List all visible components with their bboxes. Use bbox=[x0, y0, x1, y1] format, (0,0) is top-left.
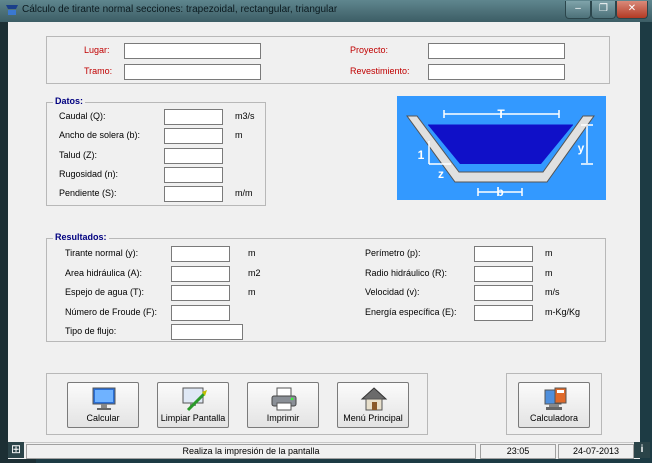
revestimiento-label: Revestimiento: bbox=[350, 66, 410, 76]
espejo-unit: m bbox=[248, 287, 256, 297]
talud-label: Talud (Z): bbox=[59, 150, 98, 160]
tirante-output bbox=[171, 246, 230, 262]
close-button[interactable]: ✕ bbox=[616, 1, 648, 19]
energia-unit: m-Kg/Kg bbox=[545, 307, 581, 317]
project-group: Lugar: Tramo: Proyecto: Revestimiento: bbox=[46, 36, 610, 84]
espejo-output bbox=[171, 285, 230, 301]
tramo-input[interactable] bbox=[124, 64, 261, 80]
form-client-area: Lugar: Tramo: Proyecto: Revestimiento: D… bbox=[8, 22, 640, 442]
caudal-unit: m3/s bbox=[235, 111, 255, 121]
imprimir-button[interactable]: Imprimir bbox=[247, 382, 319, 428]
tipo-flujo-label: Tipo de flujo: bbox=[65, 326, 117, 336]
solera-label: Ancho de solera (b): bbox=[59, 130, 141, 140]
perimetro-label: Perímetro (p): bbox=[365, 248, 421, 258]
printer-icon bbox=[271, 387, 297, 411]
status-time: 23:05 bbox=[506, 446, 530, 456]
datos-group: Datos: Caudal (Q): m3/s Ancho de solera … bbox=[46, 96, 266, 206]
calculator-group: Calculadora bbox=[506, 373, 602, 435]
radio-label: Radio hidráulico (R): bbox=[365, 268, 448, 278]
area-output bbox=[171, 266, 230, 282]
velocidad-unit: m/s bbox=[545, 287, 560, 297]
action-buttons-group: Calcular Limpiar Pantalla Imprimir Menú … bbox=[46, 373, 428, 435]
status-time-panel: 23:05 bbox=[480, 444, 556, 459]
froude-label: Número de Froude (F): bbox=[65, 307, 158, 317]
lugar-label: Lugar: bbox=[84, 45, 110, 55]
label-z: z bbox=[438, 167, 444, 181]
caudal-label: Caudal (Q): bbox=[59, 111, 106, 121]
talud-input[interactable] bbox=[164, 148, 223, 164]
datos-legend: Datos: bbox=[53, 96, 86, 106]
minimize-button[interactable]: – bbox=[565, 1, 591, 19]
status-message: Realiza la impresión de la pantalla bbox=[182, 446, 320, 456]
label-y: y bbox=[578, 141, 585, 155]
window-title: Cálculo de tirante normal secciones: tra… bbox=[22, 4, 338, 15]
energia-label: Energía específica (E): bbox=[365, 307, 457, 317]
calcular-label: Calcular bbox=[86, 413, 120, 423]
tramo-label: Tramo: bbox=[84, 66, 113, 76]
app-window: Cálculo de tirante normal secciones: tra… bbox=[0, 0, 652, 463]
resultados-group: Resultados: Tirante normal (y): m Area h… bbox=[46, 232, 606, 342]
label-T: T bbox=[497, 107, 505, 121]
status-date: 24-07-2013 bbox=[572, 446, 620, 456]
label-b: b bbox=[496, 185, 503, 199]
solera-input[interactable] bbox=[164, 128, 223, 144]
froude-output bbox=[171, 305, 230, 321]
status-message-panel: Realiza la impresión de la pantalla bbox=[26, 444, 476, 459]
calculadora-button[interactable]: Calculadora bbox=[518, 382, 590, 428]
lugar-input[interactable] bbox=[124, 43, 261, 59]
info-icon[interactable]: i bbox=[634, 442, 650, 458]
area-unit: m2 bbox=[248, 268, 261, 278]
maximize-button[interactable]: ❐ bbox=[591, 1, 616, 19]
limpiar-pantalla-label: Limpiar Pantalla bbox=[160, 413, 226, 423]
tipo-flujo-output bbox=[171, 324, 243, 340]
perimetro-output bbox=[474, 246, 533, 262]
calcular-button[interactable]: Calcular bbox=[67, 382, 139, 428]
home-icon bbox=[360, 387, 388, 411]
tirante-label: Tirante normal (y): bbox=[65, 248, 139, 258]
revestimiento-input[interactable] bbox=[428, 64, 565, 80]
area-label: Area hidráulica (A): bbox=[65, 268, 143, 278]
clear-screen-icon bbox=[182, 387, 207, 412]
solera-unit: m bbox=[235, 130, 243, 140]
velocidad-output bbox=[474, 285, 533, 301]
radio-output bbox=[474, 266, 533, 282]
perimetro-unit: m bbox=[545, 248, 553, 258]
title-bar: Cálculo de tirante normal secciones: tra… bbox=[0, 0, 652, 22]
expand-icon[interactable]: ⊞ bbox=[8, 442, 24, 458]
espejo-label: Espejo de agua (T): bbox=[65, 287, 145, 297]
imprimir-label: Imprimir bbox=[266, 413, 300, 423]
pendiente-label: Pendiente (S): bbox=[59, 188, 117, 198]
rugosidad-input[interactable] bbox=[164, 167, 223, 183]
calculadora-label: Calculadora bbox=[529, 413, 579, 423]
energia-output bbox=[474, 305, 533, 321]
trapezoid-section-diagram: T y 1 z b bbox=[397, 96, 606, 200]
radio-unit: m bbox=[545, 268, 553, 278]
trapezoid-drawing: T y 1 z b bbox=[406, 107, 595, 199]
status-date-panel: 24-07-2013 bbox=[558, 444, 634, 459]
app-icon bbox=[6, 5, 18, 15]
proyecto-input[interactable] bbox=[428, 43, 565, 59]
limpiar-pantalla-button[interactable]: Limpiar Pantalla bbox=[157, 382, 229, 428]
velocidad-label: Velocidad (v): bbox=[365, 287, 420, 297]
pendiente-unit: m/m bbox=[235, 188, 253, 198]
monitor-icon bbox=[92, 387, 116, 410]
pendiente-input[interactable] bbox=[164, 186, 223, 202]
rugosidad-label: Rugosidad (n): bbox=[59, 169, 119, 179]
calculator-icon bbox=[544, 387, 567, 410]
proyecto-label: Proyecto: bbox=[350, 45, 389, 55]
resultados-legend: Resultados: bbox=[53, 232, 109, 242]
menu-principal-label: Menú Principal bbox=[343, 413, 403, 423]
caudal-input[interactable] bbox=[164, 109, 223, 125]
menu-principal-button[interactable]: Menú Principal bbox=[337, 382, 409, 428]
label-1: 1 bbox=[418, 148, 425, 162]
tirante-unit: m bbox=[248, 248, 256, 258]
status-bar: Realiza la impresión de la pantalla 23:0… bbox=[8, 442, 640, 459]
